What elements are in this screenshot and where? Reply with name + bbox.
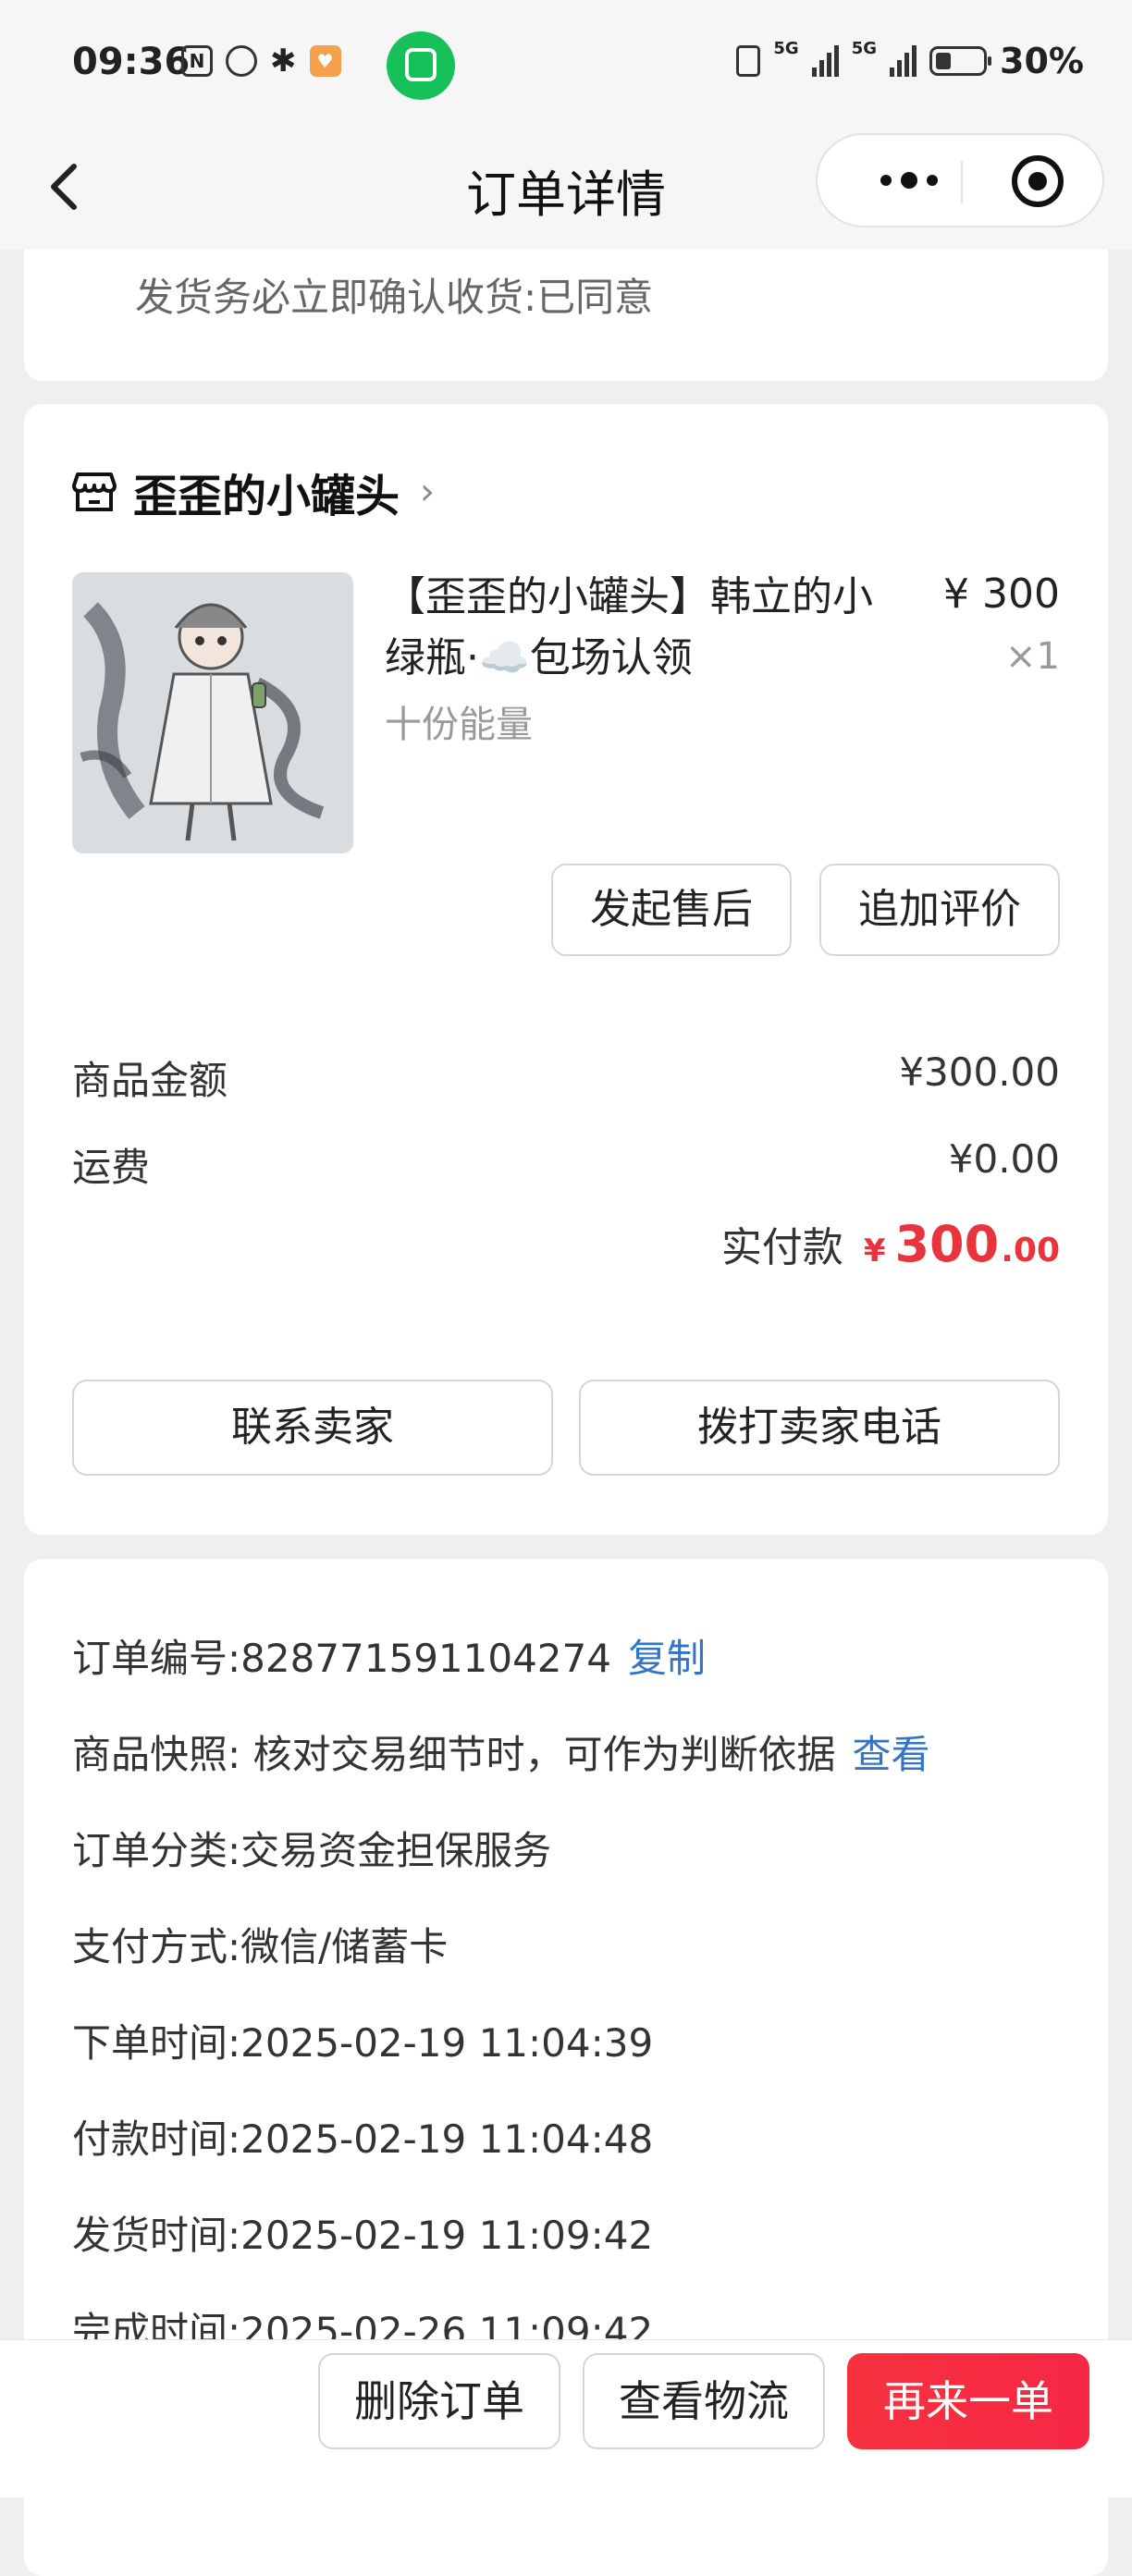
order-time: 下单时间:2025-02-19 11:04:39 xyxy=(72,2020,654,2066)
shipping-time: 发货时间:2025-02-19 11:09:42 xyxy=(72,2213,654,2258)
reorder-button[interactable]: 再来一单 xyxy=(847,2353,1089,2449)
shop-name: 歪歪的小罐头 xyxy=(133,471,400,522)
shipping-fee-value: ¥0.00 xyxy=(948,1136,1060,1182)
clock: 09:36 xyxy=(72,41,191,83)
confirm-receipt-text: 发货务必立即确认收货:已同意 xyxy=(135,275,654,320)
product-spec: 十份能量 xyxy=(385,704,533,746)
status-bar: 09:36 N ✱ ♥ 5G 5G 30% xyxy=(0,0,1132,129)
paid-decimal: .00 xyxy=(1001,1232,1060,1270)
network-type-1: 5G xyxy=(773,39,799,58)
chevron-right-icon: › xyxy=(420,471,436,513)
goods-amount-value: ¥300.00 xyxy=(899,1049,1060,1095)
bottom-action-bar: 删除订单 查看物流 再来一单 xyxy=(0,2339,1132,2497)
alarm-icon xyxy=(226,45,257,77)
paid-currency: ¥ xyxy=(863,1233,886,1270)
battery-icon xyxy=(929,46,992,76)
battery-level: 30% xyxy=(1000,41,1084,81)
status-icons-left: N ✱ ♥ xyxy=(181,43,341,80)
app-notification-icon: ♥ xyxy=(309,45,341,77)
store-icon xyxy=(72,471,117,513)
snapshot-text: 商品快照: 核对交易细节时，可作为判断依据 xyxy=(72,1732,836,1777)
product-title[interactable]: 【歪歪的小罐头】韩立的小绿瓶·☁️包场认领 xyxy=(385,567,903,689)
vibrate-icon xyxy=(736,45,761,77)
product-price: ¥ 300 xyxy=(943,570,1060,618)
bluetooth-icon: ✱ xyxy=(270,43,297,80)
copy-link[interactable]: 复制 xyxy=(628,1636,706,1681)
view-logistics-button[interactable]: 查看物流 xyxy=(583,2353,825,2449)
order-category: 订单分类:交易资金担保服务 xyxy=(72,1828,552,1873)
paid-label: 实付款 xyxy=(720,1224,843,1271)
shipping-fee-label: 运费 xyxy=(72,1145,151,1190)
contact-seller-button[interactable]: 联系卖家 xyxy=(72,1380,553,1476)
payment-method: 支付方式:微信/储蓄卡 xyxy=(72,1924,449,1969)
delete-order-button[interactable]: 删除订单 xyxy=(318,2353,560,2449)
transit-app-icon xyxy=(387,31,455,100)
paid-integer: 300 xyxy=(894,1215,1000,1273)
order-number-row: 订单编号:828771591104274 复制 xyxy=(72,1627,706,1684)
order-number: 订单编号:828771591104274 xyxy=(72,1636,611,1681)
close-miniprogram-icon[interactable] xyxy=(1012,155,1064,207)
signal-icon-2 xyxy=(890,45,917,77)
snapshot-row: 商品快照: 核对交易细节时，可作为判断依据 查看 xyxy=(72,1723,930,1780)
nav-bar: 订单详情 xyxy=(0,129,1132,250)
order-product-card: 歪歪的小罐头 › 【歪歪的小罐头】韩立的小绿瓶·☁️包场认领 十份能量 ¥ 30… xyxy=(24,404,1108,1535)
nfc-icon: N xyxy=(181,45,213,77)
after-sale-button[interactable]: 发起售后 xyxy=(551,864,792,956)
call-seller-button[interactable]: 拨打卖家电话 xyxy=(579,1380,1060,1476)
product-quantity: ×1 xyxy=(1005,635,1060,678)
more-icon[interactable] xyxy=(858,135,960,226)
previous-card: 发货务必立即确认收货:已同意 xyxy=(24,250,1108,381)
paid-amount: 实付款 ¥ 300 .00 xyxy=(721,1214,1060,1273)
view-snapshot-link[interactable]: 查看 xyxy=(853,1732,930,1777)
signal-icon xyxy=(811,45,839,77)
goods-amount-label: 商品金额 xyxy=(72,1058,228,1103)
capsule-divider xyxy=(961,161,963,203)
status-icons-right: 5G 5G 30% xyxy=(736,41,1084,81)
product-image[interactable] xyxy=(72,572,353,853)
shop-header[interactable]: 歪歪的小罐头 › xyxy=(72,460,435,524)
miniprogram-capsule xyxy=(816,133,1104,227)
network-type-2: 5G xyxy=(851,39,878,58)
add-review-button[interactable]: 追加评价 xyxy=(819,864,1060,956)
payment-time: 付款时间:2025-02-19 11:04:48 xyxy=(72,2116,654,2162)
